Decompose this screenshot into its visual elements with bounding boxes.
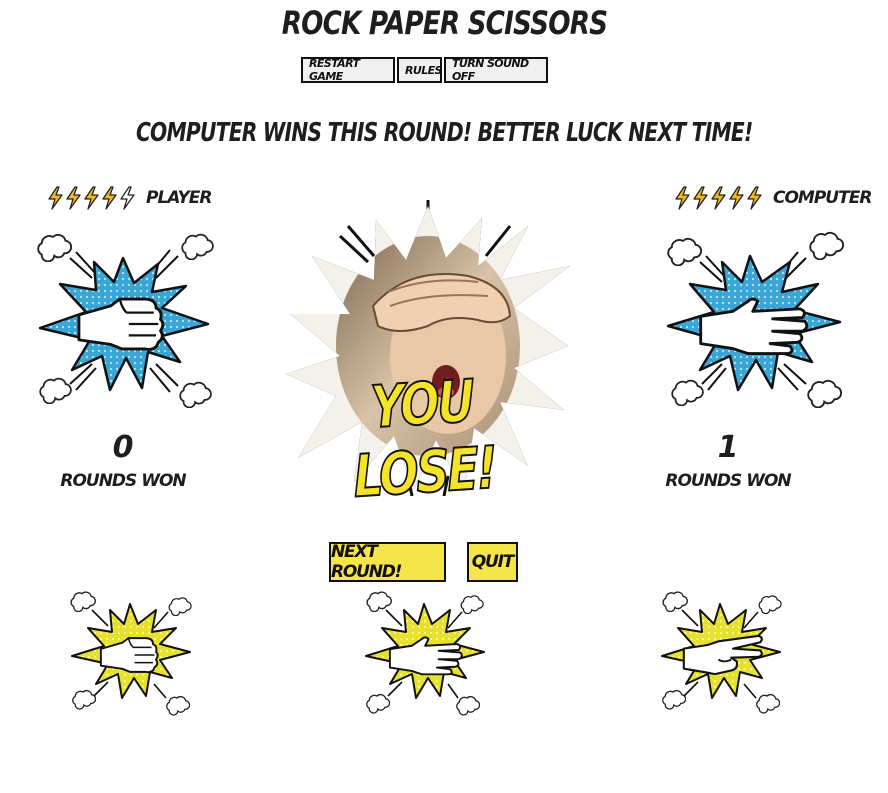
- life-bolt-icon: [746, 186, 763, 210]
- player-score-label: Rounds won: [60, 471, 186, 491]
- choose-paper-button[interactable]: [362, 588, 486, 718]
- life-bolt-icon: [692, 186, 709, 210]
- quit-button[interactable]: Quit: [467, 542, 518, 582]
- game-title: Rock Paper Scissors: [0, 4, 888, 42]
- computer-lives-bolts: [674, 186, 763, 210]
- round-result: Computer wins this round! Better luck ne…: [0, 118, 888, 148]
- choose-scissors-button[interactable]: [658, 588, 782, 718]
- computer-pick-paper: [666, 231, 844, 408]
- computer-lives: Computer: [674, 186, 872, 210]
- player-lives: Player: [47, 186, 213, 210]
- life-bolt-empty-icon: [119, 186, 136, 210]
- computer-name: Computer: [773, 188, 872, 208]
- player-score: 0 Rounds won: [43, 430, 203, 491]
- computer-score: 1 Rounds won: [648, 430, 808, 491]
- player-pick-rock: [37, 233, 214, 408]
- toggle-sound-button[interactable]: Turn Sound Off: [444, 57, 548, 83]
- you-lose-banner: You Lose!: [351, 366, 497, 512]
- life-bolt-icon: [47, 186, 64, 210]
- restart-game-button[interactable]: Restart Game: [301, 57, 395, 83]
- computer-score-label: Rounds won: [665, 471, 791, 491]
- round-result-message: Computer wins this round! Better luck ne…: [135, 118, 753, 148]
- life-bolt-icon: [65, 186, 82, 210]
- toolbar: Restart Game Rules Turn Sound Off: [301, 57, 548, 83]
- rules-button[interactable]: Rules: [397, 57, 442, 83]
- life-bolt-icon: [101, 186, 118, 210]
- life-bolt-icon: [83, 186, 100, 210]
- computer-score-value: 1: [717, 430, 739, 465]
- player-score-value: 0: [112, 430, 134, 465]
- game-title-text: Rock Paper Scissors: [281, 4, 607, 42]
- next-round-button[interactable]: Next Round!: [329, 542, 446, 582]
- life-bolt-icon: [674, 186, 691, 210]
- player-lives-bolts: [47, 186, 136, 210]
- choose-rock-button[interactable]: [68, 588, 192, 718]
- life-bolt-icon: [710, 186, 727, 210]
- player-name: Player: [146, 188, 213, 208]
- life-bolt-icon: [728, 186, 745, 210]
